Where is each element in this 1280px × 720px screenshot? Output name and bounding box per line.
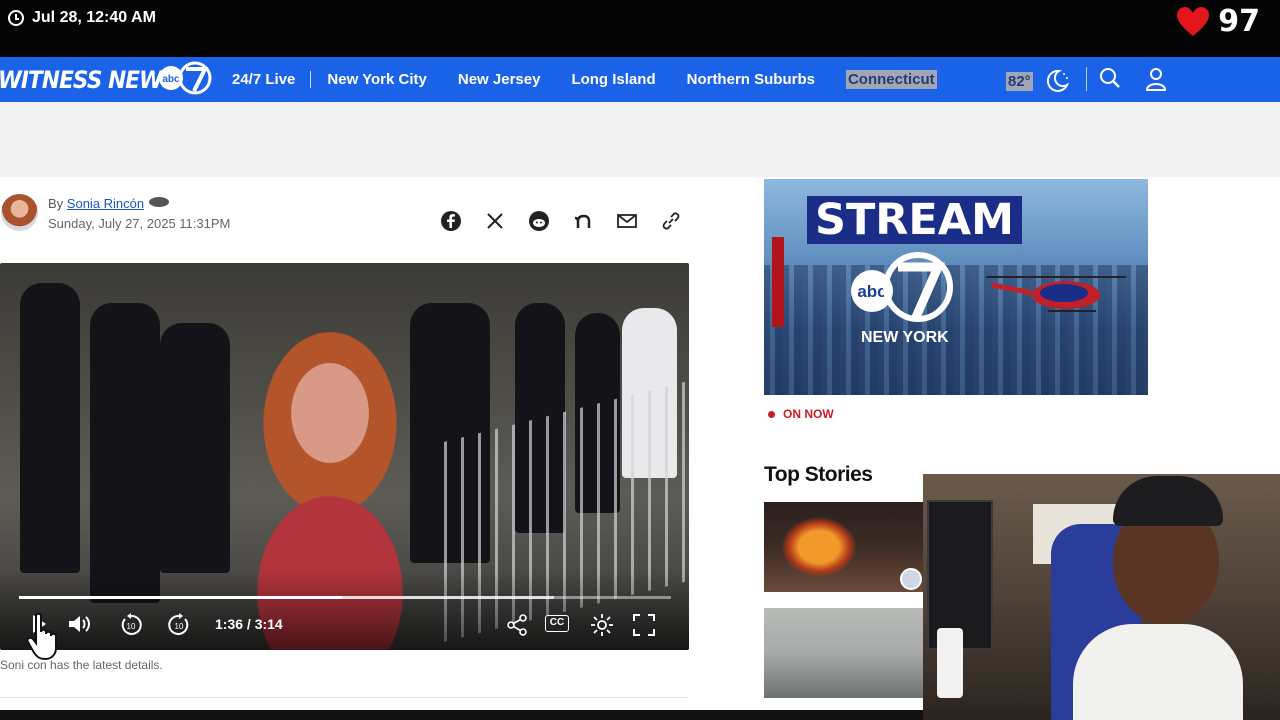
scoop-badge-icon bbox=[900, 568, 922, 590]
author-avatar bbox=[1, 194, 38, 231]
video-figure bbox=[160, 323, 230, 573]
video-figure bbox=[90, 303, 160, 603]
nav-link-nyc[interactable]: New York City bbox=[327, 71, 426, 88]
fullscreen-icon[interactable] bbox=[632, 613, 656, 637]
nav-link-nj[interactable]: New Jersey bbox=[458, 71, 541, 88]
byline-prefix: By bbox=[48, 196, 64, 211]
email-icon[interactable] bbox=[616, 210, 638, 232]
live-dot-icon bbox=[768, 410, 775, 418]
moon-icon bbox=[1046, 69, 1069, 92]
video-caption: Soni con has the latest details. bbox=[0, 658, 163, 672]
share-icon[interactable] bbox=[505, 613, 529, 637]
story-thumbnail-fire[interactable] bbox=[764, 502, 924, 592]
clock: Jul 28, 12:40 AM bbox=[8, 9, 156, 27]
share-row bbox=[440, 210, 682, 232]
nav-link-connecticut[interactable]: Connecticut bbox=[845, 70, 937, 89]
x-icon[interactable] bbox=[484, 210, 506, 232]
stream-overlay-bar: Jul 28, 12:40 AM 97 bbox=[0, 0, 1280, 57]
volume-icon[interactable] bbox=[67, 613, 93, 635]
banner-subtitle: NEW YORK bbox=[861, 329, 949, 346]
heart-rate-value: 97 bbox=[1218, 4, 1260, 39]
duration: / 3:14 bbox=[246, 616, 283, 632]
nav-divider bbox=[1086, 67, 1087, 91]
svg-text:abc: abc bbox=[857, 282, 886, 301]
banner-red-strip bbox=[772, 237, 784, 327]
heart-rate: 97 bbox=[1176, 4, 1260, 39]
on-now-indicator[interactable]: ON NOW bbox=[768, 407, 834, 421]
nav-link-northern-suburbs[interactable]: Northern Suburbs bbox=[687, 71, 815, 88]
byline: By Sonia Rincón bbox=[48, 196, 170, 211]
divider bbox=[0, 697, 688, 698]
stream-banner[interactable]: STREAM abc NEW YORK bbox=[764, 179, 1148, 395]
account-icon[interactable] bbox=[1145, 67, 1167, 91]
settings-gear-icon[interactable] bbox=[590, 613, 614, 637]
heart-icon bbox=[1177, 6, 1210, 36]
nextdoor-icon[interactable] bbox=[572, 210, 594, 232]
temperature: 82° bbox=[1006, 71, 1033, 91]
facebook-icon[interactable] bbox=[440, 210, 462, 232]
abc7-badge-icon bbox=[148, 197, 169, 207]
svg-text:abc: abc bbox=[162, 74, 180, 85]
webcam-streamer-shirt bbox=[1073, 624, 1243, 720]
hand-cursor-icon bbox=[26, 612, 57, 660]
rewind-10-icon[interactable]: 10 bbox=[119, 613, 143, 637]
top-stories-heading: Top Stories bbox=[764, 463, 873, 486]
webcam-bottle bbox=[937, 628, 963, 698]
forward-10-icon[interactable]: 10 bbox=[167, 613, 191, 637]
svg-text:10: 10 bbox=[175, 622, 184, 631]
svg-text:10: 10 bbox=[127, 622, 136, 631]
link-icon[interactable] bbox=[660, 210, 682, 232]
author-link[interactable]: Sonia Rincón bbox=[67, 196, 144, 211]
search-icon[interactable] bbox=[1099, 67, 1121, 89]
helicopter-icon bbox=[986, 276, 1126, 312]
brand-wordmark[interactable]: WITNESS NEWS bbox=[0, 66, 178, 94]
progress-played bbox=[19, 596, 342, 599]
cc-button[interactable]: CC bbox=[545, 615, 569, 632]
weather-widget[interactable]: 82° bbox=[1006, 69, 1069, 93]
video-player[interactable]: 10 10 1:36 / 3:14 CC bbox=[0, 263, 689, 650]
bottom-strip bbox=[0, 710, 923, 720]
clock-icon bbox=[8, 10, 24, 26]
reddit-icon[interactable] bbox=[528, 210, 550, 232]
ad-placeholder bbox=[0, 102, 1280, 177]
webcam-overlay bbox=[923, 474, 1280, 720]
nav-link-live[interactable]: 24/7 Live bbox=[232, 71, 312, 88]
nav-links: 24/7 Live New York City New Jersey Long … bbox=[232, 57, 968, 102]
banner-title: STREAM bbox=[807, 196, 1022, 244]
webcam-streamer-cap bbox=[1113, 476, 1223, 526]
nav-link-long-island[interactable]: Long Island bbox=[571, 71, 655, 88]
current-time: 1:36 bbox=[215, 616, 244, 632]
story-thumbnail-skyline[interactable] bbox=[764, 608, 924, 698]
progress-bar[interactable] bbox=[19, 596, 671, 599]
video-figure bbox=[20, 283, 80, 573]
video-controls: 10 10 1:36 / 3:14 CC bbox=[0, 607, 689, 643]
publish-date: Sunday, July 27, 2025 11:31PM bbox=[48, 216, 231, 231]
screen: Jul 28, 12:40 AM 97 WITNESS NEWS abc 24/… bbox=[0, 0, 1280, 720]
abc7-logo[interactable]: abc bbox=[158, 60, 214, 96]
on-now-label: ON NOW bbox=[783, 407, 834, 421]
time-readout: 1:36 / 3:14 bbox=[215, 616, 283, 632]
overlay-timestamp: Jul 28, 12:40 AM bbox=[32, 9, 156, 26]
site-nav: WITNESS NEWS abc 24/7 Live New York City… bbox=[0, 57, 1280, 102]
abc7-banner-logo: abc bbox=[851, 252, 953, 322]
